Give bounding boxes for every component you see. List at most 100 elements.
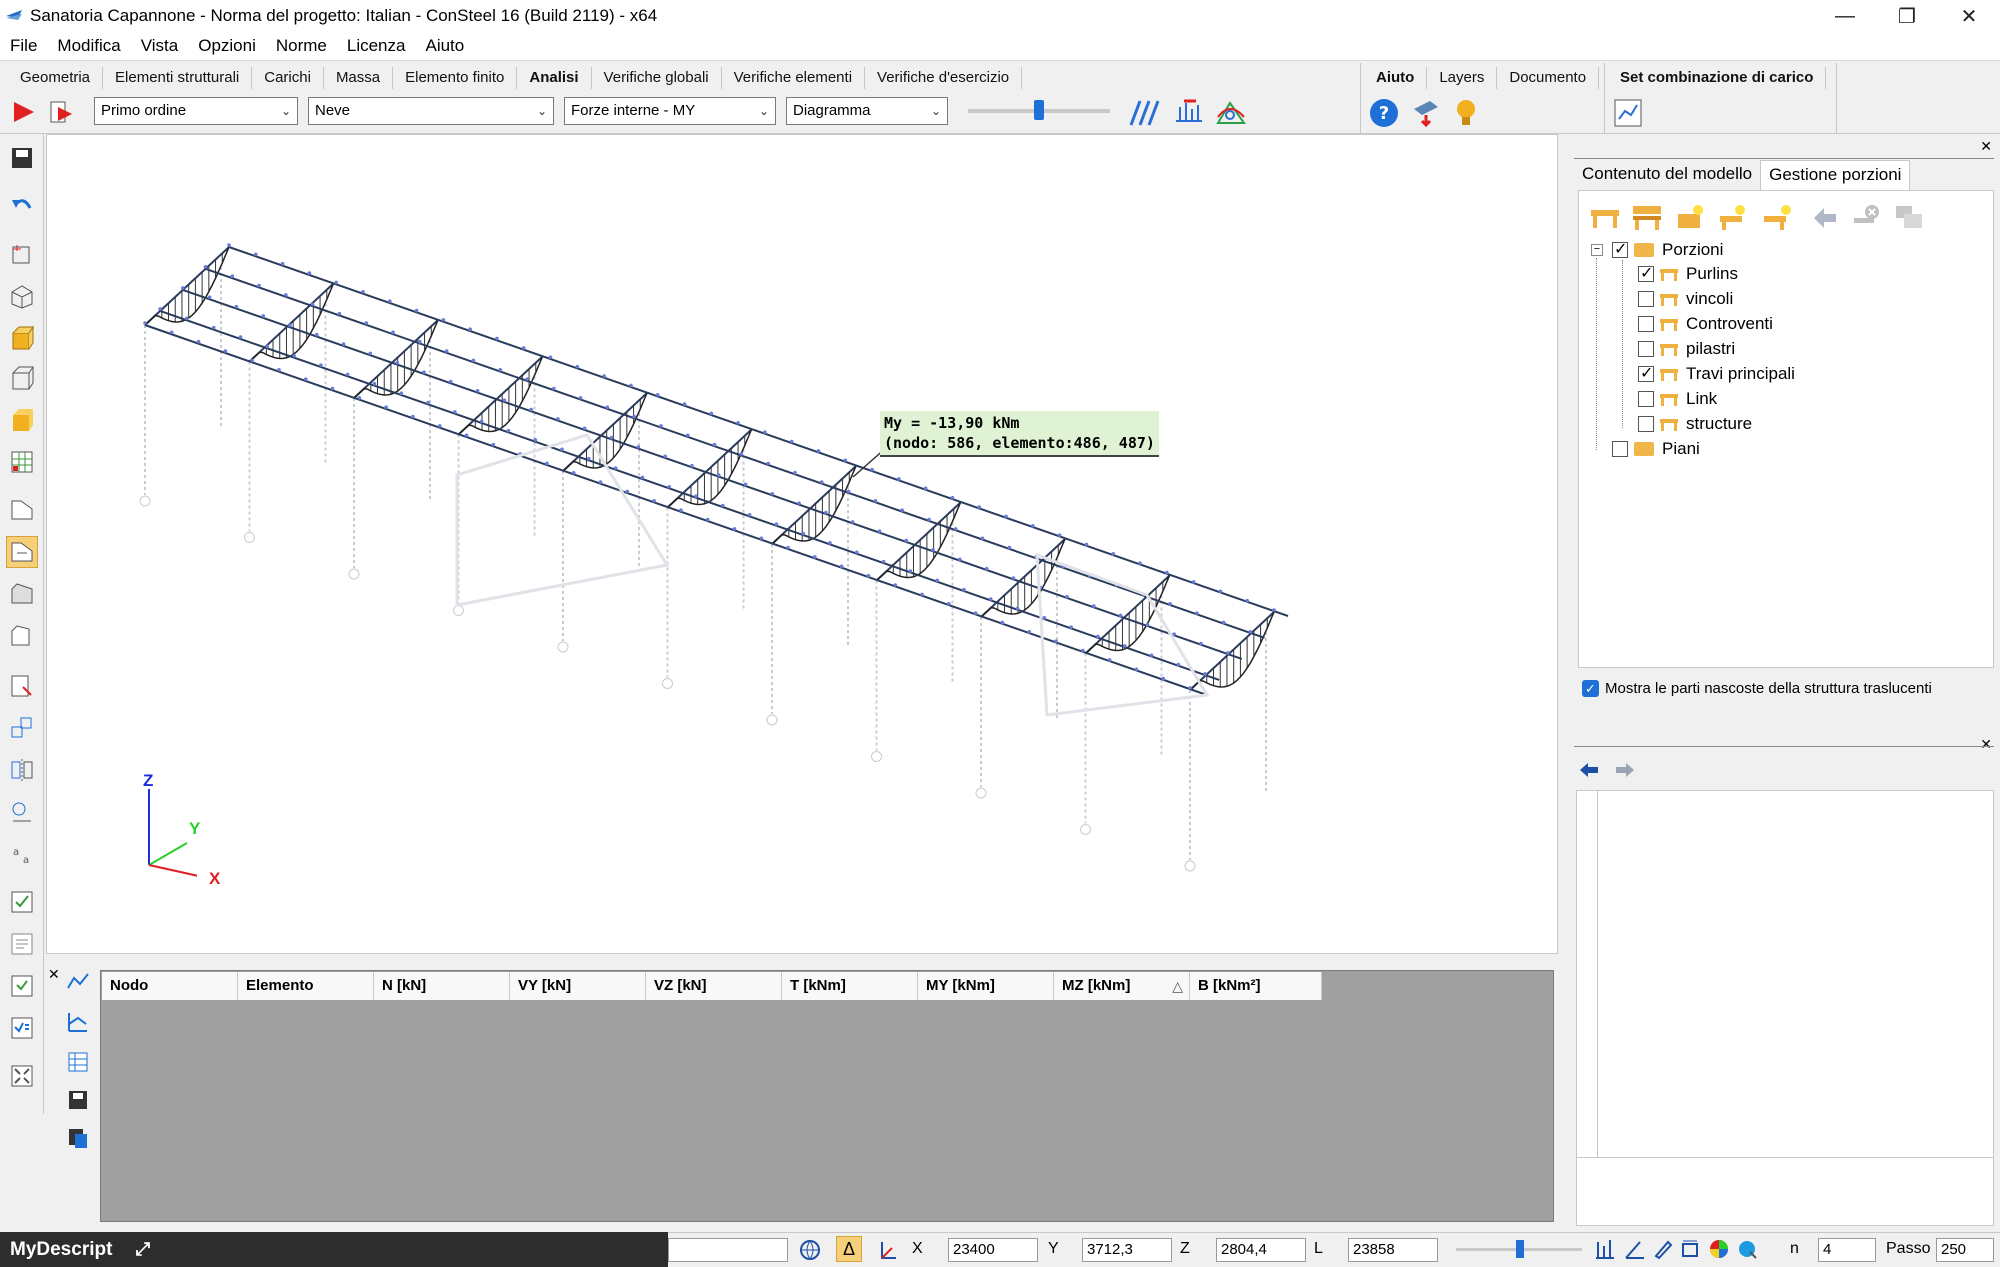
col-n[interactable]: N [kN]	[374, 972, 510, 1000]
forward-arrow-icon[interactable]	[1614, 760, 1636, 780]
tab-verifiche-elementi[interactable]: Verifiche elementi	[722, 67, 866, 89]
tree-node-controventi[interactable]: Controventi	[1638, 312, 1773, 336]
add-sub-portion-icon[interactable]	[1760, 200, 1794, 234]
tree-node-link[interactable]: Link	[1638, 387, 1717, 411]
tree-node-purlins[interactable]: Purlins	[1638, 262, 1738, 286]
checkbox-link[interactable]	[1638, 391, 1654, 407]
angle-snap-icon[interactable]	[1624, 1238, 1646, 1260]
z-coord-field[interactable]: 2804,4	[1216, 1238, 1306, 1262]
mydescript-panel[interactable]: MyDescript ⤢	[0, 1232, 668, 1267]
tab-set-combinazione[interactable]: Set combinazione di carico	[1608, 67, 1827, 89]
back-arrow-icon[interactable]	[1578, 760, 1600, 780]
checkbox-vincoli[interactable]	[1638, 291, 1654, 307]
tab-geometria[interactable]: Geometria	[8, 67, 104, 89]
col-vz[interactable]: VZ [kN]	[646, 972, 782, 1000]
zoom-extents-icon[interactable]	[6, 1060, 38, 1092]
tab-verifiche-globali[interactable]: Verifiche globali	[592, 67, 722, 89]
col-my[interactable]: MY [kNm]	[918, 972, 1054, 1000]
new-portion-icon[interactable]	[1588, 200, 1622, 234]
select-element-icon[interactable]	[6, 670, 38, 702]
color-palette-icon[interactable]	[1708, 1238, 1730, 1260]
result-type-select[interactable]: Forze interne - MY ⌄	[564, 97, 776, 125]
tree-node-travi-principali[interactable]: Travi principali	[1638, 362, 1795, 386]
passo-field[interactable]: 250	[1936, 1238, 1994, 1262]
text-icon[interactable]: aa	[6, 838, 38, 870]
ucs-icon[interactable]	[876, 1238, 900, 1262]
checkbox-structure[interactable]	[1638, 416, 1654, 432]
plane-view-icon[interactable]	[6, 494, 38, 526]
table-icon[interactable]	[64, 1048, 92, 1076]
restore-button[interactable]: ❐	[1876, 0, 1938, 32]
help-icon[interactable]: ?	[1368, 97, 1400, 129]
menu-norme[interactable]: Norme	[276, 36, 327, 56]
diagram-values-icon[interactable]	[1172, 97, 1206, 129]
tab-verifiche-esercizio[interactable]: Verifiche d'esercizio	[865, 67, 1023, 89]
n-field[interactable]: 4	[1818, 1238, 1876, 1262]
tab-gestione-porzioni[interactable]: Gestione porzioni	[1760, 160, 1911, 190]
deformed-shape-icon[interactable]	[1214, 97, 1248, 129]
menu-aiuto[interactable]: Aiuto	[425, 36, 464, 56]
tree-node-structure[interactable]: structure	[1638, 412, 1752, 436]
close-panel-icon[interactable]: ✕	[1980, 138, 1992, 155]
col-elemento[interactable]: Elemento	[238, 972, 374, 1000]
view-axes-icon[interactable]	[6, 238, 38, 270]
show-hidden-translucent-option[interactable]: ✓ Mostra le parti nascoste della struttu…	[1582, 680, 1932, 697]
status-slider-thumb[interactable]	[1516, 1240, 1524, 1258]
report-icon[interactable]	[6, 928, 38, 960]
tree-collapse-toggle[interactable]: −	[1591, 244, 1603, 256]
tab-carichi[interactable]: Carichi	[252, 67, 324, 89]
tab-elementi-strutturali[interactable]: Elementi strutturali	[103, 67, 253, 89]
export-table-icon[interactable]	[64, 1124, 92, 1152]
move-icon[interactable]	[6, 712, 38, 744]
menu-modifica[interactable]: Modifica	[57, 36, 120, 56]
globe-icon[interactable]	[798, 1238, 822, 1262]
diagram-scale-icon[interactable]	[1128, 97, 1162, 129]
render-icon[interactable]	[1736, 1238, 1758, 1260]
verify-icon[interactable]	[6, 1012, 38, 1044]
analysis-order-select[interactable]: Primo ordine ⌄	[94, 97, 298, 125]
check-icon[interactable]	[6, 886, 38, 918]
update-icon[interactable]	[1410, 97, 1442, 129]
col-nodo[interactable]: Nodo	[102, 972, 238, 1000]
status-slider[interactable]	[1456, 1240, 1582, 1258]
model-viewport[interactable]: Z Y X	[46, 134, 1558, 954]
tree-node-porzioni[interactable]: Porzioni	[1612, 238, 1723, 262]
tips-lightbulb-icon[interactable]	[1450, 97, 1482, 129]
col-mz[interactable]: MZ [kNm] △	[1054, 972, 1190, 1000]
close-panel-icon[interactable]: ✕	[48, 966, 60, 983]
view-3d-icon[interactable]	[6, 280, 38, 312]
checkbox-piani[interactable]	[1612, 441, 1628, 457]
expand-icon[interactable]: ⤢	[136, 1239, 150, 1259]
view-grid-icon[interactable]	[6, 446, 38, 478]
section-view-icon[interactable]	[6, 578, 38, 610]
results-table[interactable]	[100, 970, 1554, 1222]
tree-node-pilastri[interactable]: pilastri	[1638, 337, 1735, 361]
tab-analisi[interactable]: Analisi	[517, 67, 592, 89]
load-case-select[interactable]: Neve ⌄	[308, 97, 554, 125]
pencil-icon[interactable]	[1652, 1238, 1674, 1260]
col-b[interactable]: B [kNm²]	[1190, 972, 1322, 1000]
command-input[interactable]	[668, 1238, 788, 1262]
tab-elemento-finito[interactable]: Elemento finito	[393, 67, 518, 89]
portion-view-icon[interactable]	[6, 536, 38, 568]
tab-contenuto-modello[interactable]: Contenuto del modello	[1574, 160, 1760, 190]
copy-portion-icon[interactable]	[1892, 200, 1926, 234]
diagram-scale-slider[interactable]	[968, 100, 1110, 120]
show-hidden-checkbox[interactable]: ✓	[1582, 680, 1599, 697]
elevation-view-icon[interactable]	[6, 620, 38, 652]
tab-layers[interactable]: Layers	[1427, 67, 1498, 89]
run-analysis-icon[interactable]	[10, 99, 36, 125]
x-coord-field[interactable]: 23400	[948, 1238, 1038, 1262]
add-portion-icon[interactable]	[1716, 200, 1750, 234]
load-combination-icon[interactable]	[1612, 97, 1644, 129]
checkbox-porzioni[interactable]	[1612, 239, 1628, 259]
chart-icon[interactable]	[64, 968, 92, 996]
refresh-check-icon[interactable]	[6, 970, 38, 1002]
delete-portion-icon[interactable]	[1850, 200, 1884, 234]
measure-icon[interactable]	[6, 796, 38, 828]
display-mode-select[interactable]: Diagramma ⌄	[786, 97, 948, 125]
checkbox-controventi[interactable]	[1638, 316, 1654, 332]
add-folder-icon[interactable]	[1674, 200, 1708, 234]
save-icon[interactable]	[6, 142, 38, 174]
close-lower-panel-icon[interactable]: ✕	[1980, 736, 1992, 753]
